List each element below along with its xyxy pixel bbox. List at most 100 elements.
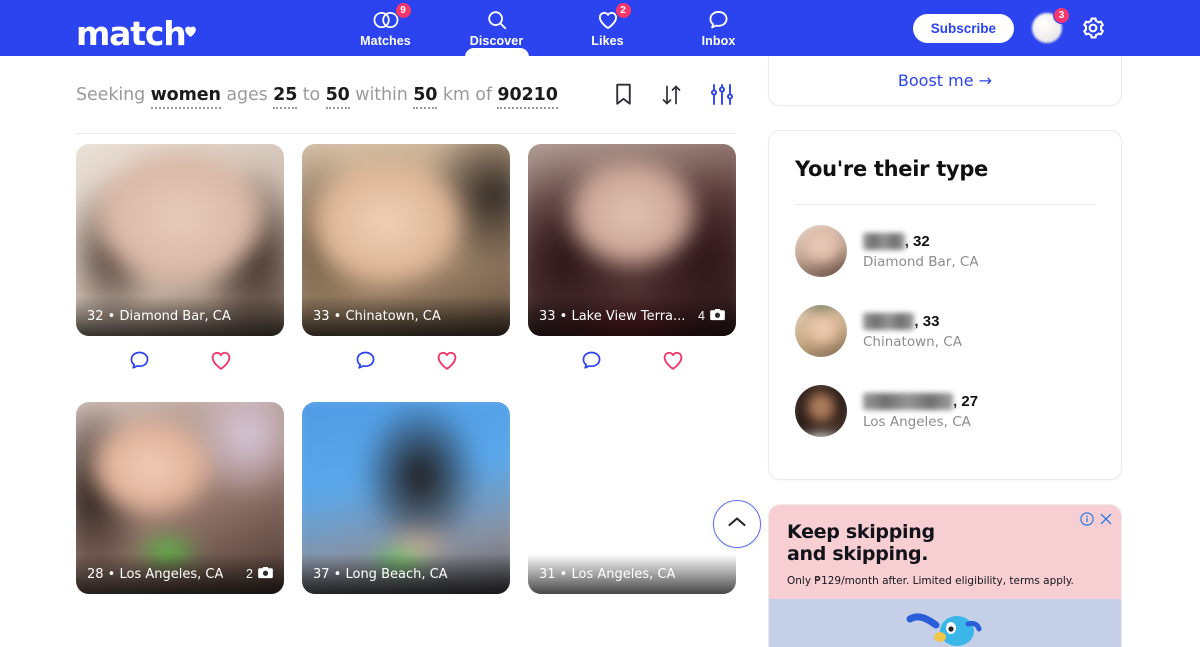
photo-count-value: 4 xyxy=(698,309,705,323)
ad-headline-line2: and skipping. xyxy=(787,543,929,566)
card-caption: 33 • Lake View Terra... 4 xyxy=(528,296,736,336)
sliders-filter-icon[interactable] xyxy=(710,83,734,106)
profile-card[interactable]: 28 • Los Angeles, CA 2 xyxy=(76,402,284,594)
card-caption-text: 33 • Lake View Terra... xyxy=(539,308,686,324)
nav-item-discover[interactable]: Discover xyxy=(441,0,552,62)
card-caption-text: 33 • Chinatown, CA xyxy=(313,308,441,324)
camera-icon xyxy=(258,566,273,582)
person-location: Chinatown, CA xyxy=(863,333,962,350)
nav-label-inbox: Inbox xyxy=(701,33,736,48)
interlocking-circles-icon: 9 xyxy=(372,1,412,31)
sort-arrows-icon[interactable] xyxy=(661,84,682,106)
card-caption: 37 • Long Beach, CA xyxy=(302,554,510,594)
ages-label: ages xyxy=(226,84,268,105)
bookmark-icon[interactable] xyxy=(614,83,633,106)
info-icon[interactable] xyxy=(1080,512,1094,526)
nav-item-inbox[interactable]: Inbox xyxy=(663,0,774,56)
profile-card[interactable]: 32 • Diamond Bar, CA xyxy=(76,144,284,336)
search-icon xyxy=(486,9,508,31)
primary-nav: 9 Matches Discover 2 Likes Inbox xyxy=(330,0,774,62)
message-icon[interactable] xyxy=(354,349,377,372)
heart-icon[interactable] xyxy=(209,349,233,371)
subscribe-button[interactable]: Subscribe xyxy=(912,13,1014,43)
distance-value[interactable]: 50 xyxy=(413,84,437,109)
camera-icon xyxy=(710,308,725,324)
message-icon[interactable] xyxy=(580,349,603,372)
nav-label-likes: Likes xyxy=(591,33,624,48)
profile-card-container: 37 • Long Beach, CA xyxy=(302,402,510,594)
card-actions xyxy=(76,336,284,384)
nav-item-likes[interactable]: 2 Likes xyxy=(552,0,663,56)
photo-count-value: 2 xyxy=(246,567,253,581)
avatar xyxy=(795,305,847,357)
profile-card[interactable]: 37 • Long Beach, CA xyxy=(302,402,510,594)
advertisement[interactable]: Keep skipping and skipping. Only ₱129/mo… xyxy=(768,504,1122,647)
age-min-value[interactable]: 25 xyxy=(273,84,297,109)
heart-icon[interactable] xyxy=(661,349,685,371)
age-max-value[interactable]: 50 xyxy=(325,84,350,109)
card-caption-text: 32 • Diamond Bar, CA xyxy=(87,308,231,324)
logo-text: match xyxy=(76,14,187,53)
main-column: Seeking women ages 25 to 50 within 50 km… xyxy=(76,56,736,594)
avatar xyxy=(795,385,847,437)
km-of-label: km of xyxy=(442,84,492,105)
youre-their-type-card: You're their type Sarah, 32 Diamond Bar,… xyxy=(768,130,1122,480)
card-caption-text: 37 • Long Beach, CA xyxy=(313,566,448,582)
gender-value[interactable]: women xyxy=(150,84,221,109)
card-caption: 28 • Los Angeles, CA 2 xyxy=(76,554,284,594)
to-label: to xyxy=(302,84,321,105)
section-title: You're their type xyxy=(795,157,988,181)
ad-header: Keep skipping and skipping. Only ₱129/mo… xyxy=(769,505,1121,599)
card-actions xyxy=(528,336,736,384)
ad-controls xyxy=(1080,512,1113,526)
scroll-to-top-button[interactable] xyxy=(713,500,761,548)
match-logo[interactable]: match xyxy=(76,8,199,54)
boost-card[interactable]: Boost me → xyxy=(768,56,1122,106)
divider xyxy=(795,204,1095,205)
redacted-name: Sarah xyxy=(863,232,905,250)
list-item-text: Angelinguss, 27 Los Angeles, CA xyxy=(863,392,979,430)
likes-badge: 2 xyxy=(614,1,632,19)
chevron-up-icon xyxy=(728,515,746,533)
redacted-name: Angelinguss xyxy=(863,392,954,410)
speech-bubble-icon xyxy=(707,9,730,31)
close-icon[interactable] xyxy=(1099,512,1113,526)
person-age: 32 xyxy=(913,232,930,250)
zip-value[interactable]: 90210 xyxy=(497,84,558,109)
profile-card-container: 28 • Los Angeles, CA 2 xyxy=(76,402,284,594)
nav-item-matches[interactable]: 9 Matches xyxy=(330,0,441,56)
person-location: Diamond Bar, CA xyxy=(863,253,979,270)
photo-count: 4 xyxy=(690,308,725,324)
person-location: Los Angeles, CA xyxy=(863,413,971,430)
card-caption-text: 28 • Los Angeles, CA xyxy=(87,566,224,582)
avatar-badge: 3 xyxy=(1053,7,1070,24)
profile-card[interactable]: 33 • Lake View Terra... 4 xyxy=(528,144,736,336)
profile-card[interactable]: 31 • Los Angeles, CA xyxy=(528,402,736,594)
profile-card[interactable]: 33 • Chinatown, CA xyxy=(302,144,510,336)
discover-page: match 9 Matches Discover 2 Likes Inbox S… xyxy=(0,0,1200,647)
seeking-label: Seeking xyxy=(76,84,146,105)
boost-me-link[interactable]: Boost me → xyxy=(898,71,992,90)
header-actions: Subscribe 3 xyxy=(912,0,1200,56)
list-item-text: Tammy, 33 Chinatown, CA xyxy=(863,312,962,350)
heart-icon xyxy=(182,8,199,48)
right-sidebar: Boost me → You're their type Sarah, 32 D… xyxy=(768,56,1122,647)
profile-card-container: 33 • Chinatown, CA xyxy=(302,144,510,384)
avatar[interactable]: 3 xyxy=(1032,7,1070,43)
ad-subtext: Only ₱129/month after. Limited eligibili… xyxy=(787,574,1074,587)
person-age: 27 xyxy=(961,392,979,410)
gear-icon[interactable] xyxy=(1080,15,1106,41)
heart-icon[interactable] xyxy=(435,349,459,371)
list-item[interactable]: Tammy, 33 Chinatown, CA xyxy=(795,291,1095,371)
list-item[interactable]: Sarah, 32 Diamond Bar, CA xyxy=(795,211,1095,291)
card-caption: 33 • Chinatown, CA xyxy=(302,296,510,336)
person-name-age: Angelinguss, 27 xyxy=(863,392,979,410)
card-caption: 31 • Los Angeles, CA xyxy=(528,554,736,594)
list-item[interactable]: Angelinguss, 27 Los Angeles, CA xyxy=(795,371,1095,451)
person-name-age: Sarah, 32 xyxy=(863,232,979,250)
message-icon[interactable] xyxy=(128,349,151,372)
profile-card-container: 31 • Los Angeles, CA xyxy=(528,402,736,594)
card-actions xyxy=(302,336,510,384)
ad-headline-line1: Keep skipping xyxy=(787,521,935,543)
nav-label-matches: Matches xyxy=(360,33,411,48)
